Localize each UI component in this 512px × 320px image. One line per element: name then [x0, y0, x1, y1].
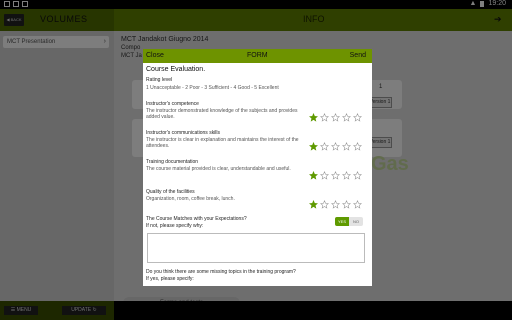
section-title: Course Evaluation. — [146, 66, 206, 73]
star-empty-icon[interactable] — [320, 196, 329, 209]
star-empty-icon[interactable] — [342, 167, 351, 180]
star-filled-icon[interactable] — [309, 167, 318, 180]
star-empty-icon[interactable] — [353, 167, 362, 180]
star-empty-icon[interactable] — [320, 109, 329, 122]
star-empty-icon[interactable] — [353, 109, 362, 122]
question-label: Training documentation — [146, 159, 199, 165]
form-modal: Close FORM Send Course Evaluation. Ratin… — [143, 49, 372, 286]
close-button[interactable]: Close — [146, 52, 164, 59]
question-description: Organization, room, coffee break, lunch. — [146, 196, 235, 202]
star-empty-icon[interactable] — [331, 167, 340, 180]
question-description: The instructor is clear in explanation a… — [146, 137, 299, 149]
rating-level-label: Rating level — [146, 77, 173, 83]
send-button[interactable]: Send — [350, 52, 366, 59]
question-label: Instructor's competence — [146, 101, 199, 107]
star-empty-icon[interactable] — [320, 138, 329, 151]
star-empty-icon[interactable] — [331, 196, 340, 209]
expectations-textarea[interactable] — [147, 233, 365, 263]
toggle-no: NO — [349, 217, 363, 226]
question-label: Instructor's communications skills — [146, 130, 221, 136]
star-empty-icon[interactable] — [331, 138, 340, 151]
question-description: The instructor demonstrated knowledge of… — [146, 108, 298, 120]
star-filled-icon[interactable] — [309, 109, 318, 122]
star-filled-icon[interactable] — [309, 196, 318, 209]
rating-stars[interactable] — [309, 109, 362, 122]
star-empty-icon[interactable] — [353, 196, 362, 209]
rating-scale: 1 Unacceptable - 2 Poor - 3 Sufficient -… — [146, 85, 279, 91]
missing-topics-label: Do you think there are some missing topi… — [146, 269, 296, 275]
toggle-yes: YES — [335, 217, 349, 226]
star-empty-icon[interactable] — [342, 138, 351, 151]
rating-stars[interactable] — [309, 138, 362, 151]
modal-body: Course Evaluation. Rating level 1 Unacce… — [143, 63, 372, 286]
modal-header: Close FORM Send — [143, 49, 372, 63]
rating-stars[interactable] — [309, 196, 362, 209]
star-empty-icon[interactable] — [342, 109, 351, 122]
expectations-toggle[interactable]: YES NO — [335, 217, 363, 226]
star-empty-icon[interactable] — [331, 109, 340, 122]
star-filled-icon[interactable] — [309, 138, 318, 151]
question-label: Quality of the facilities — [146, 189, 195, 195]
star-empty-icon[interactable] — [320, 167, 329, 180]
missing-topics-sublabel: If yes, please specify: — [146, 276, 194, 282]
star-empty-icon[interactable] — [353, 138, 362, 151]
rating-stars[interactable] — [309, 167, 362, 180]
question-description: The course material provided is clear, u… — [146, 166, 291, 172]
modal-title: FORM — [247, 52, 268, 59]
star-empty-icon[interactable] — [342, 196, 351, 209]
expectations-sublabel: If not, please specify why: — [146, 223, 204, 229]
expectations-label: The Course Matches with your Expectation… — [146, 216, 247, 222]
